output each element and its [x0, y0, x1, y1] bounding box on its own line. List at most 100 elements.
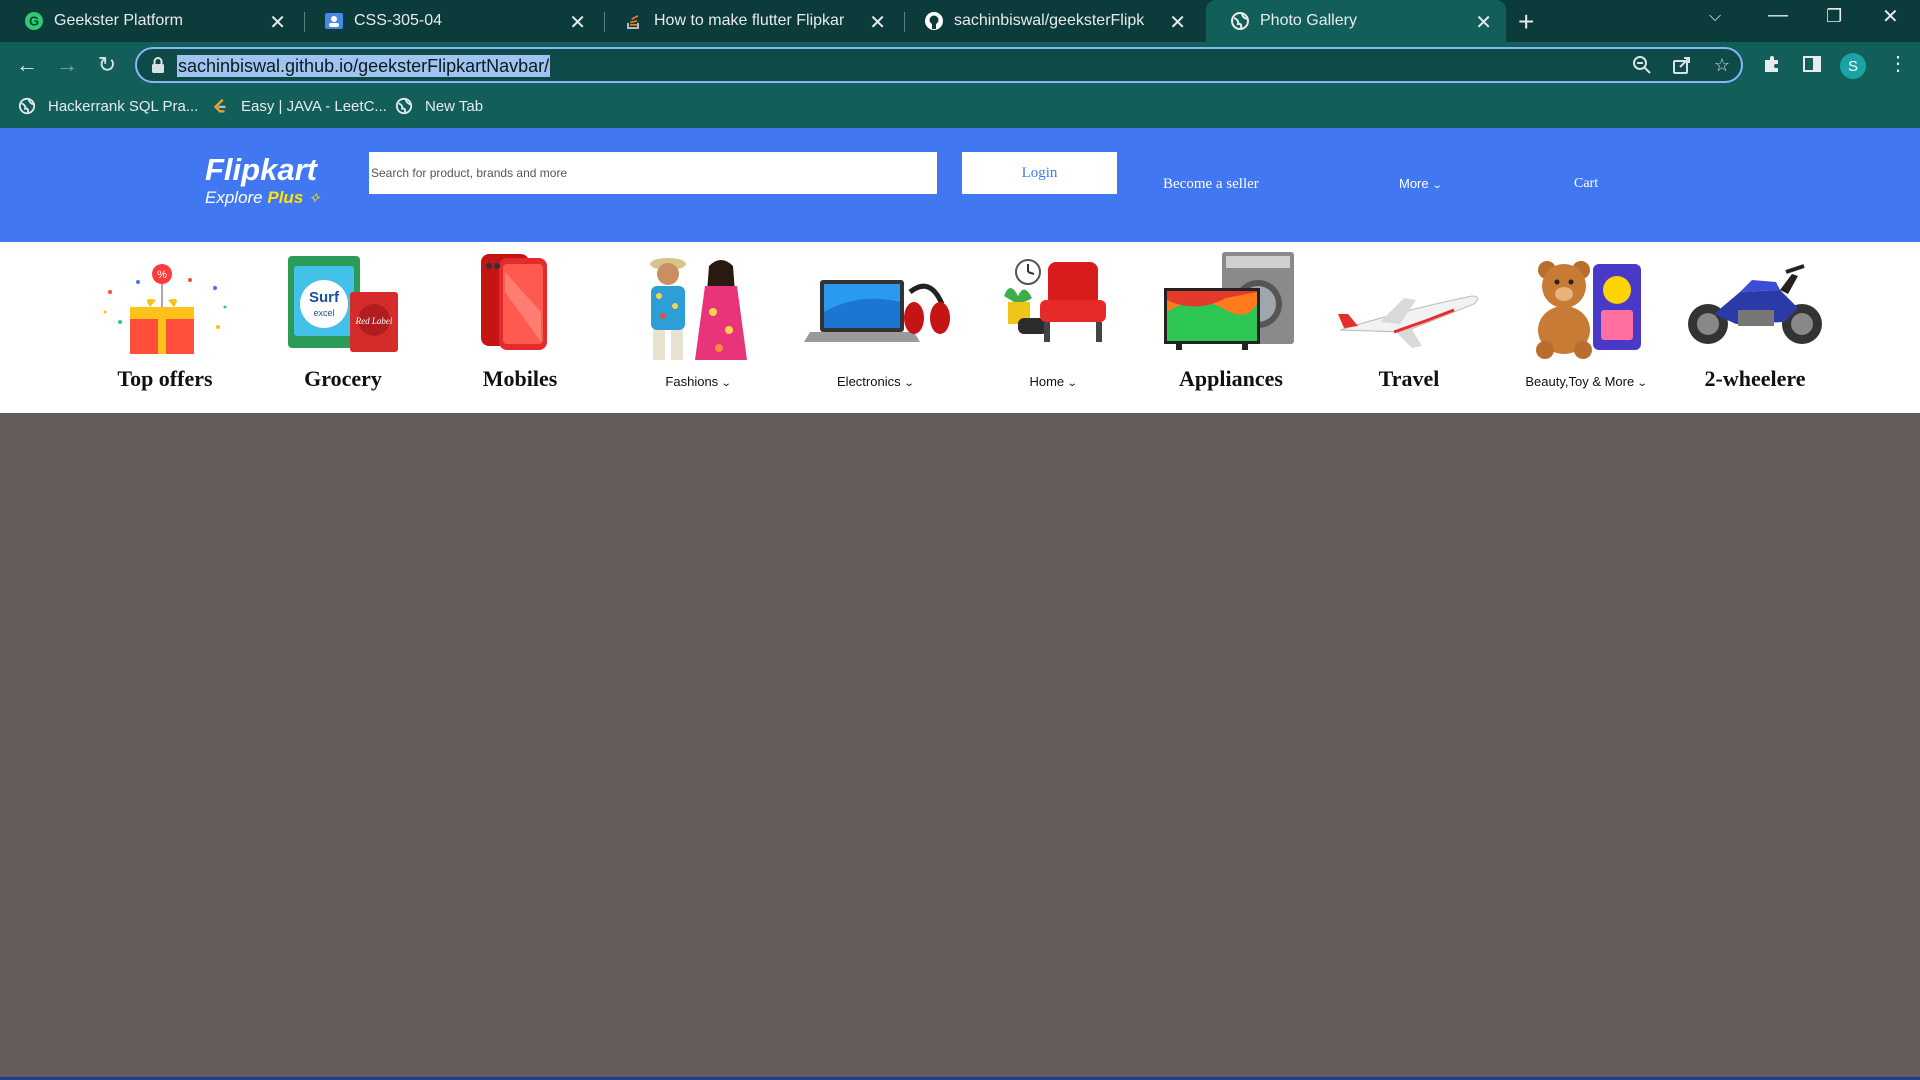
classroom-icon: [324, 11, 344, 31]
svg-text:G: G: [29, 14, 39, 29]
category-label: Home ⌄: [958, 374, 1148, 389]
grocery-icon: Surf excel Red Label: [288, 256, 398, 352]
extensions-icon[interactable]: [1762, 54, 1782, 79]
side-panel-icon[interactable]: [1802, 54, 1822, 79]
airplane-icon: [1338, 295, 1478, 348]
tab-title: Photo Gallery: [1260, 12, 1357, 29]
category-label: Beauty,Toy & More ⌄: [1491, 374, 1681, 389]
teddy-bear-icon: [1536, 261, 1641, 359]
tab-title: sachinbiswal/geeksterFlipkartNav: [954, 12, 1144, 29]
svg-text:excel: excel: [313, 308, 334, 318]
tab-strip: G Geekster Platform ✕ CSS-305-04 ✕ How t…: [0, 0, 1920, 42]
bookmark-label: New Tab: [425, 97, 484, 115]
category-label: Travel: [1378, 366, 1440, 391]
window-close-icon[interactable]: ✕: [1882, 4, 1899, 29]
globe-icon: [18, 97, 36, 115]
gift-offer-icon: %: [103, 264, 227, 354]
category-label: Appliances: [1179, 366, 1283, 391]
plus-icon: ✧: [308, 190, 321, 207]
category-bar: % Top offers Surf excel Red Label Grocer…: [0, 242, 1920, 413]
more-menu[interactable]: More ⌄: [1399, 176, 1443, 191]
tab-photo-gallery[interactable]: Photo Gallery ✕: [1206, 0, 1506, 42]
more-label: More: [1399, 176, 1429, 191]
stackoverflow-icon: [624, 11, 644, 31]
bookmark-hackerrank[interactable]: Hackerrank SQL Pra...: [18, 97, 198, 115]
category-label-text: Home: [1029, 374, 1065, 389]
fashion-models-icon: [650, 258, 747, 360]
category-label-text: Fashions: [665, 374, 719, 389]
reload-icon[interactable]: ↻: [92, 50, 122, 80]
close-icon[interactable]: ✕: [569, 10, 586, 35]
bookmark-leetcode[interactable]: Easy | JAVA - LeetC...: [211, 97, 387, 115]
svg-text:Surf: Surf: [309, 289, 340, 306]
close-icon[interactable]: ✕: [869, 10, 886, 35]
bookmark-label: Hackerrank SQL Pra...: [48, 97, 199, 115]
close-icon[interactable]: ✕: [1475, 10, 1492, 35]
category-label: 2-wheelere: [1704, 366, 1806, 391]
logo-tagline: Explore Plus ✧: [205, 188, 321, 209]
tab-title: Geekster Platform: [54, 12, 183, 29]
menu-kebab-icon[interactable]: ⋮: [1888, 51, 1908, 76]
new-tab-button[interactable]: +: [1518, 6, 1534, 38]
category-top-offers[interactable]: % Top offers: [90, 242, 240, 413]
close-icon[interactable]: ✕: [269, 10, 286, 35]
restore-icon[interactable]: ❐: [1826, 6, 1842, 27]
category-beauty-toy-more[interactable]: Beauty,Toy & More ⌄: [1511, 242, 1661, 413]
zoom-icon[interactable]: [1631, 55, 1653, 77]
bookmark-star-icon[interactable]: ☆: [1711, 55, 1733, 77]
back-icon[interactable]: ←: [12, 50, 42, 80]
login-button[interactable]: Login: [962, 152, 1117, 194]
bookmark-label: Easy | JAVA - LeetC...: [241, 97, 387, 115]
category-grocery[interactable]: Surf excel Red Label Grocery: [268, 242, 418, 413]
tab-css[interactable]: CSS-305-04 ✕: [300, 0, 600, 42]
leetcode-icon: [211, 97, 229, 115]
profile-avatar[interactable]: S: [1840, 53, 1866, 79]
category-fashions[interactable]: Fashions ⌄: [623, 242, 773, 413]
bookmark-new-tab[interactable]: New Tab: [395, 97, 483, 115]
tab-geekster[interactable]: G Geekster Platform ✕: [0, 0, 300, 42]
category-label: Mobiles: [482, 366, 558, 391]
mobile-phone-icon: [481, 254, 547, 350]
tab-stackoverflow[interactable]: How to make flutter Flipkart like ✕: [600, 0, 900, 42]
minimize-icon[interactable]: —: [1768, 4, 1788, 27]
category-two-wheeler[interactable]: 2-wheelere: [1680, 242, 1830, 413]
category-label: Electronics ⌄: [780, 374, 970, 389]
geekster-icon: G: [24, 11, 44, 31]
become-seller-link[interactable]: Become a seller: [1163, 176, 1259, 193]
logo-explore: Explore: [205, 188, 263, 207]
url-text[interactable]: sachinbiswal.github.io/geeksterFlipkartN…: [177, 55, 551, 77]
github-icon: [924, 11, 944, 31]
svg-text:%: %: [157, 269, 167, 281]
flipkart-header: Flipkart Explore Plus ✧ Login Become a s…: [0, 128, 1920, 242]
category-appliances[interactable]: Appliances: [1156, 242, 1306, 413]
category-label: Grocery: [304, 366, 382, 391]
cart-link[interactable]: Cart: [1574, 176, 1598, 192]
lock-icon[interactable]: [151, 57, 167, 73]
tab-title: How to make flutter Flipkart like: [654, 12, 844, 29]
globe-icon: [395, 97, 413, 115]
chevron-down-icon: ⌄: [720, 378, 732, 389]
motorcycle-icon: [1688, 264, 1822, 344]
address-bar[interactable]: sachinbiswal.github.io/geeksterFlipkartN…: [135, 47, 1743, 83]
category-label-text: Electronics: [837, 374, 901, 389]
tv-washing-machine-icon: [1164, 252, 1294, 350]
chevron-down-icon: ⌄: [1431, 180, 1443, 191]
category-mobiles[interactable]: Mobiles: [445, 242, 595, 413]
tab-search-icon[interactable]: ⌵: [1709, 8, 1721, 26]
svg-text:Red Label: Red Label: [355, 316, 393, 326]
home-furniture-icon: [1004, 259, 1106, 342]
flipkart-logo[interactable]: Flipkart Explore Plus ✧: [205, 154, 321, 209]
tab-github[interactable]: sachinbiswal/geeksterFlipkartNav ✕: [900, 0, 1200, 42]
category-label-text: Beauty,Toy & More: [1525, 374, 1635, 389]
search-input[interactable]: [369, 152, 937, 194]
chevron-down-icon: ⌄: [1636, 378, 1648, 389]
category-electronics[interactable]: Electronics ⌄: [800, 242, 950, 413]
close-icon[interactable]: ✕: [1169, 10, 1186, 35]
chevron-down-icon: ⌄: [903, 378, 915, 389]
forward-icon[interactable]: →: [52, 50, 82, 80]
category-travel[interactable]: Travel: [1334, 242, 1484, 413]
share-icon[interactable]: [1671, 55, 1693, 77]
globe-icon: [1230, 11, 1250, 31]
category-label: Top offers: [117, 366, 213, 391]
category-home[interactable]: Home ⌄: [978, 242, 1128, 413]
